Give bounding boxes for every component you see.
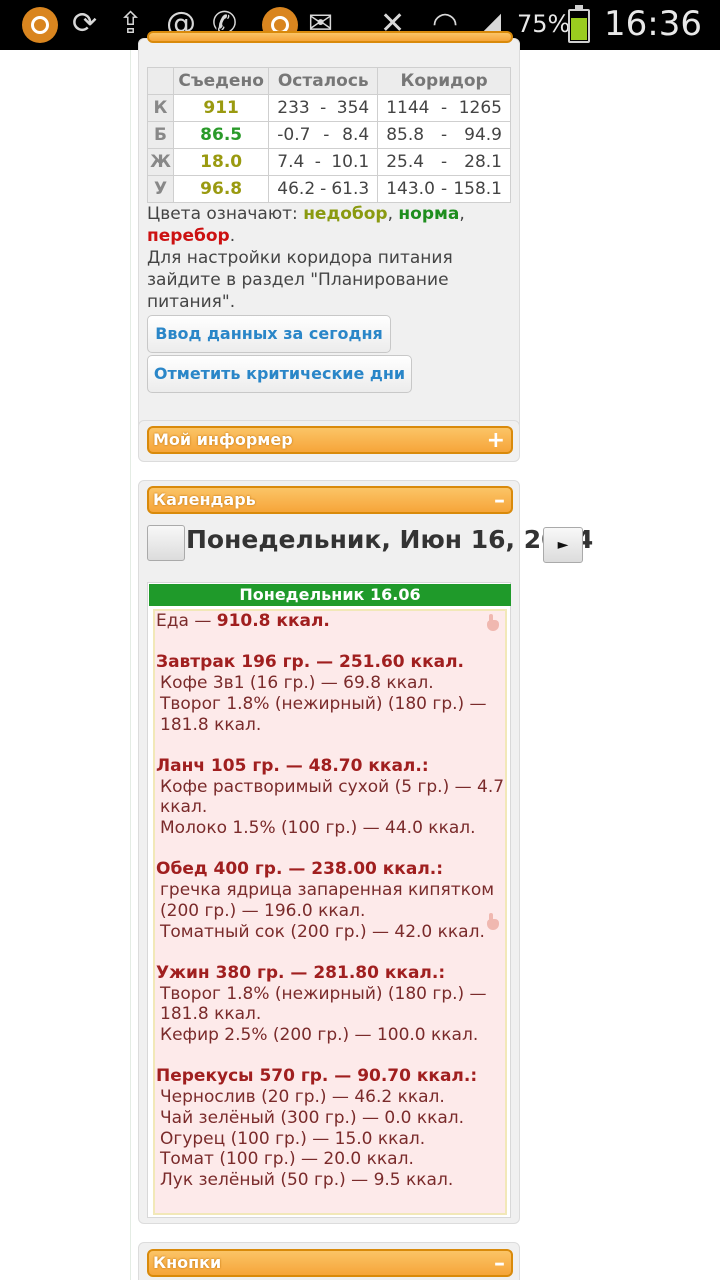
upload-icon: ⇪ bbox=[118, 6, 144, 41]
left-range: 233-354 bbox=[268, 94, 379, 122]
column-header-eaten: Съедено bbox=[172, 67, 270, 95]
table-header-row: Съедено Осталось Коридор bbox=[147, 67, 511, 95]
food-item: Томат (100 гр.) — 20.0 ккал. bbox=[160, 1149, 414, 1170]
nutrition-panel: Съедено Осталось Коридор К 911 233-354 1… bbox=[138, 31, 520, 460]
enter-data-button[interactable]: Ввод данных за сегодня bbox=[147, 315, 391, 353]
corridor-note: Для настройки коридора питания зайдите в… bbox=[147, 248, 453, 312]
column-header-left: Осталось bbox=[268, 67, 379, 95]
food-item: Творог 1.8% (нежирный) (180 гр.) — 181.8… bbox=[160, 983, 487, 1025]
calendar-date: Понедельник, Июн 16, 2014 bbox=[186, 525, 594, 554]
day-summary: Понедельник 16.06 Еда — 910.8 ккал. Завт… bbox=[147, 582, 511, 1218]
calendar-title: Календарь bbox=[153, 490, 256, 509]
meal-title: Ланч 105 гр. — 48.70 ккал.: bbox=[156, 755, 429, 776]
expand-icon[interactable]: + bbox=[487, 428, 505, 454]
eaten-value: 911 bbox=[172, 94, 270, 122]
divider bbox=[130, 50, 131, 1280]
column-header-corridor: Коридор bbox=[377, 67, 511, 95]
day-header: Понедельник 16.06 bbox=[149, 584, 511, 606]
clock: 16:36 bbox=[604, 4, 702, 44]
table-corner bbox=[147, 67, 174, 95]
buttons-panel: Кнопки – bbox=[138, 1242, 520, 1280]
page: Съедено Осталось Коридор К 911 233-354 1… bbox=[0, 31, 720, 1280]
corridor-range: 85.8-94.9 bbox=[377, 121, 511, 149]
food-item: Молоко 1.5% (100 гр.) — 44.0 ккал. bbox=[160, 818, 476, 838]
food-item: Чай зелёный (300 гр.) — 0.0 ккал. bbox=[160, 1107, 465, 1128]
eaten-value: 96.8 bbox=[172, 175, 270, 203]
corridor-range: 143.0-158.1 bbox=[377, 175, 511, 203]
collapse-icon[interactable]: – bbox=[494, 488, 505, 514]
color-legend: Цвета означают: недобор, норма, перебор.… bbox=[147, 204, 465, 312]
row-label: Б bbox=[147, 121, 174, 149]
meal-title: Перекусы 570 гр. — 90.70 ккал.: bbox=[156, 1066, 478, 1087]
buttons-title: Кнопки bbox=[153, 1253, 222, 1272]
food-item: Лук зелёный (50 гр.) — 9.5 ккал. bbox=[160, 1169, 454, 1190]
corridor-range: 25.4-28.1 bbox=[377, 148, 511, 176]
next-day-button[interactable]: ► bbox=[543, 527, 583, 563]
legend-norm: норма bbox=[398, 204, 460, 224]
app-icon bbox=[22, 7, 58, 43]
row-label: У bbox=[147, 175, 174, 203]
row-label: Ж bbox=[147, 148, 174, 176]
food-item: Кефир 2.5% (200 гр.) — 100.0 ккал. bbox=[160, 1025, 479, 1045]
collapse-icon[interactable]: – bbox=[494, 1251, 505, 1277]
battery-percent: 75% bbox=[517, 10, 571, 38]
nutrition-panel-bar bbox=[147, 31, 513, 43]
food-item: Кофе растворимый сухой (5 гр.) — 4.7 кка… bbox=[160, 776, 505, 818]
food-total: Еда — 910.8 ккал. bbox=[156, 611, 330, 631]
battery-icon bbox=[568, 5, 590, 43]
meal-title: Ужин 380 гр. — 281.80 ккал.: bbox=[156, 962, 446, 983]
legend-over: перебор bbox=[147, 226, 230, 246]
food-item: Чернослив (20 гр.) — 46.2 ккал. bbox=[160, 1087, 445, 1108]
prev-day-button[interactable] bbox=[147, 525, 185, 561]
food-item: гречка ядрица запаренная кипятком (200 г… bbox=[160, 880, 495, 921]
sync-icon: ⟳ bbox=[72, 6, 98, 41]
left-range: 7.4-10.1 bbox=[268, 148, 379, 176]
food-item: Томатный сок (200 гр.) — 42.0 ккал. bbox=[160, 921, 485, 942]
food-log: Еда — 910.8 ккал. Завтрак 196 гр. — 251.… bbox=[155, 611, 515, 1191]
table-row: Б 86.5 -0.7-8.4 85.8-94.9 bbox=[147, 121, 511, 149]
row-label: К bbox=[147, 94, 174, 122]
eaten-value: 18.0 bbox=[172, 148, 270, 176]
left-range: -0.7-8.4 bbox=[268, 121, 379, 149]
food-item: Огурец (100 гр.) — 15.0 ккал. bbox=[160, 1128, 426, 1149]
day-details: Еда — 910.8 ккал. Завтрак 196 гр. — 251.… bbox=[153, 609, 507, 1215]
calendar-panel: Календарь – Понедельник, Июн 16, 2014 ► … bbox=[138, 480, 593, 1224]
food-item: Кофе 3в1 (16 гр.) — 69.8 ккал. bbox=[160, 673, 434, 694]
corridor-range: 1144-1265 bbox=[377, 94, 511, 122]
food-item: Творог 1.8% (нежирный) (180 гр.) — 181.8… bbox=[160, 693, 487, 735]
meal-title: Завтрак 196 гр. — 251.60 ккал. bbox=[156, 652, 464, 673]
nutrition-table: Съедено Осталось Коридор К 911 233-354 1… bbox=[147, 67, 511, 203]
calendar-header[interactable]: Календарь – bbox=[147, 486, 513, 514]
table-row: У 96.8 46.2-61.3 143.0-158.1 bbox=[147, 175, 511, 203]
informer-header[interactable]: Мой информер + bbox=[147, 426, 513, 454]
left-range: 46.2-61.3 bbox=[268, 175, 379, 203]
table-row: К 911 233-354 1144-1265 bbox=[147, 94, 511, 122]
meal-title: Обед 400 гр. — 238.00 ккал.: bbox=[156, 859, 444, 880]
buttons-header[interactable]: Кнопки – bbox=[147, 1249, 513, 1277]
informer-panel: Мой информер + bbox=[138, 420, 520, 462]
table-row: Ж 18.0 7.4-10.1 25.4-28.1 bbox=[147, 148, 511, 176]
eaten-value: 86.5 bbox=[172, 121, 270, 149]
legend-under: недобор bbox=[303, 204, 388, 224]
critical-days-button[interactable]: Отметить критические дни bbox=[147, 355, 412, 393]
informer-title: Мой информер bbox=[153, 430, 293, 449]
